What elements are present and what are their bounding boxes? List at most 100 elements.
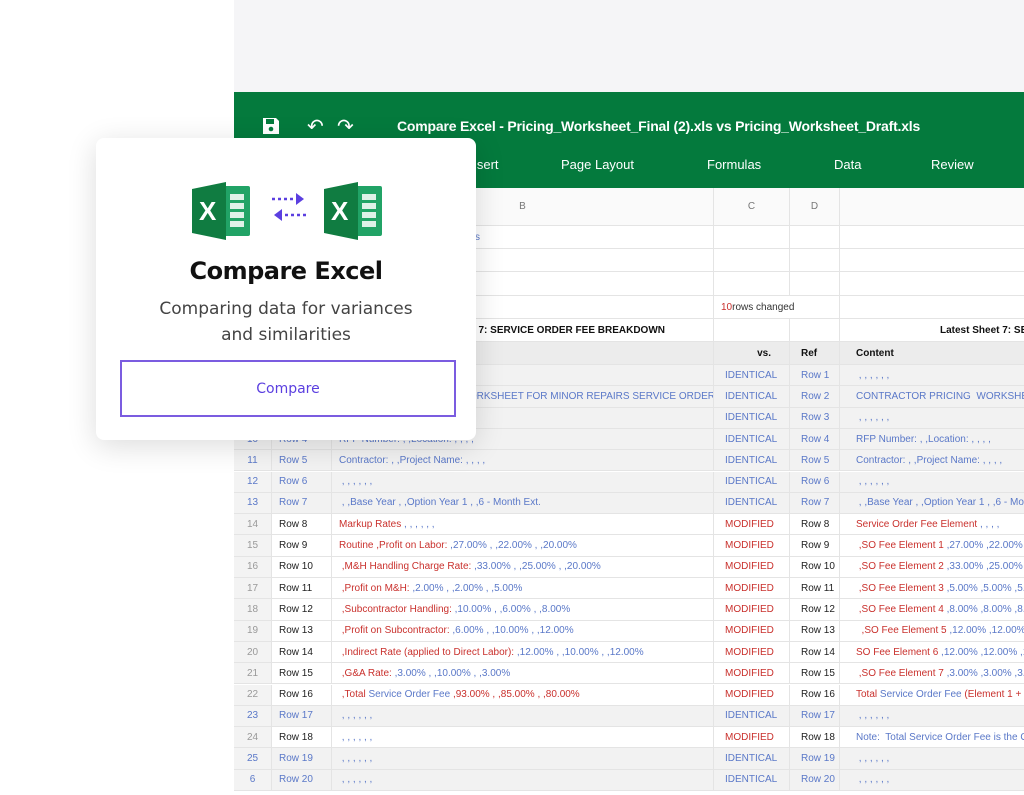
latest-content-cell: ,SO Fee Element 2 ,33.00% ,25.00% ,20.00… [840,557,1024,577]
cell-text: ,M&H Handling Charge Rate: [339,561,472,573]
table-row[interactable]: 16 Row 10 ,M&H Handling Charge Rate: ,33.… [234,556,1024,578]
content-header: Content [856,347,894,359]
tab-formulas[interactable]: Formulas [707,157,761,172]
redo-icon[interactable]: ↷ [337,114,354,139]
cell-text: ,G&A Rate: [339,667,392,679]
cell-text: , , , , , , [856,774,890,786]
cell-text: , ,Base Year , ,Option Year 1 , ,6 - Mon… [858,497,1024,509]
latest-content-cell: ,SO Fee Element 3 ,5.00% ,5.00% ,5.00% [840,578,1024,598]
row-number: 14 [234,514,272,535]
latest-content-cell: Service Order Fee Element , , , , [840,514,1024,534]
cell-text: ,10.00% , ,6.00% , ,8.00% [451,603,571,615]
table-row[interactable]: 15 Row 9 Routine ,Profit on Labor: ,27.00%… [234,535,1024,557]
latest-row-ref: Row 3 [790,407,840,428]
column-c-header[interactable]: C [714,188,790,225]
tab-page-layout[interactable]: Page Layout [561,157,634,172]
latest-row-ref: Row 17 [790,705,840,727]
table-row[interactable]: 14 Row 8 Markup Rates , , , , , , MODIFIED R… [234,514,1024,536]
table-row[interactable]: 19 Row 13 ,Profit on Subcontractor: ,6.00… [234,620,1024,642]
latest-row-ref: Row 16 [790,684,840,705]
table-row[interactable]: 20 Row 14 ,Indirect Rate (applied to Dire… [234,641,1024,664]
table-row[interactable]: 6 Row 20 , , , , , , IDENTICAL Row 20 , , ,… [234,769,1024,791]
svg-text:X: X [331,196,349,226]
latest-row-ref: Row 14 [790,641,840,663]
original-row-ref: Row 9 [272,535,332,556]
original-row-ref: Row 6 [272,471,332,492]
latest-content-cell: , , , , , , [840,770,1024,790]
cell-text: Service Order Fee Element [856,518,978,530]
latest-content-cell: , ,Base Year , ,Option Year 1 , ,6 - Mon… [840,493,1024,513]
tab-review[interactable]: Review [931,157,974,172]
column-d-header[interactable]: D [790,188,840,225]
table-row[interactable]: 18 Row 12 ,Subcontractor Handling: ,10.00… [234,599,1024,621]
status-badge: IDENTICAL [714,428,790,450]
undo-icon[interactable]: ↶ [307,114,324,139]
tab-data[interactable]: Data [834,157,861,172]
cell-text: ,12.00% , ,10.00% , ,12.00% [514,646,644,658]
latest-content-cell: Note: Total Service Order Fee is the ONL… [840,727,1024,747]
cell-text: Note: Total Service Order Fee is the ONL… [856,731,1024,743]
latest-row-ref: Row 13 [790,620,840,641]
table-row[interactable]: 13 Row 7 , ,Base Year , ,Option Year 1 , … [234,492,1024,515]
table-row[interactable]: 21 Row 15 ,G&A Rate: ,3.00% , ,10.00% , ,… [234,663,1024,685]
latest-content-cell: , , , , , , [840,472,1024,492]
row-number: 18 [234,599,272,620]
original-content-cell: ,Indirect Rate (applied to Direct Labor)… [332,641,714,663]
latest-row-ref: Row 5 [790,450,840,471]
table-row[interactable]: 22 Row 16 ,Total Service Order Fee ,93.00… [234,684,1024,706]
table-row[interactable]: 12 Row 6 , , , , , , IDENTICAL Row 6 , , , … [234,471,1024,493]
card-subtitle: Comparing data for variances and similari… [159,299,413,345]
cell-text: ,27.00% ,22.00% ,17.00% [946,540,1023,552]
latest-row-ref: Row 6 [790,471,840,492]
status-badge: MODIFIED [714,727,790,748]
status-badge: IDENTICAL [714,471,790,492]
latest-row-ref: Row 18 [790,727,840,748]
status-badge: IDENTICAL [714,407,790,428]
latest-row-ref: Row 9 [790,535,840,556]
status-badge: MODIFIED [714,599,790,620]
original-row-ref: Row 19 [272,748,332,769]
original-content-cell: ,G&A Rate: ,3.00% , ,10.00% , ,3.00% [332,663,714,684]
cell-text: ,8.00% ,8.00% ,8.00% [946,603,1024,615]
cell-text: SO Fee Element 6 [856,646,939,658]
table-row[interactable]: 25 Row 19 , , , , , , IDENTICAL Row 19 , , … [234,748,1024,770]
ref-header: Ref [790,342,840,364]
cell-text: Routine ,Profit on Labor: [339,540,448,552]
latest-row-ref: Row 11 [790,578,840,599]
table-row[interactable]: 23 Row 17 , , , , , , IDENTICAL Row 17 , , … [234,705,1024,728]
status-badge: MODIFIED [714,535,790,556]
table-row[interactable]: 17 Row 11 ,Profit on M&H: ,2.00% , ,2.00%… [234,578,1024,600]
latest-row-ref: Row 1 [790,365,840,386]
compare-excel-card: X X Compare Excel Comparing data for var… [96,138,476,440]
cell-text: , , , , , , [339,774,373,786]
cell-text: , , , , , , [856,753,890,765]
table-row[interactable]: 24 Row 18 , , , , , , MODIFIED Row 18 Note: … [234,727,1024,749]
latest-content-cell: SO Fee Element 6 ,12.00% ,12.00% ,12.00% [840,642,1024,662]
latest-row-ref: Row 15 [790,663,840,684]
latest-content-cell: ,SO Fee Element 4 ,8.00% ,8.00% ,8.00% [840,599,1024,619]
swap-arrows-icon [272,193,306,221]
cell-text: ,5.00% ,5.00% ,5.00% [946,582,1024,594]
latest-content-cell: Total Service Order Fee (Element 1 + Ele… [840,685,1024,705]
cell-text: , , , , , , [401,518,435,530]
status-badge: MODIFIED [714,578,790,599]
row-number: 16 [234,556,272,577]
cell-text: ,SO Fee Element 5 [856,625,947,637]
compare-button[interactable]: Compare [120,360,456,417]
original-content-cell: ,M&H Handling Charge Rate: ,33.00% , ,25… [332,556,714,577]
cell-text: , , , , , , [856,710,890,722]
original-row-ref: Row 11 [272,578,332,599]
original-row-ref: Row 5 [272,450,332,471]
table-row[interactable]: 11 Row 5 Contractor: , ,Project Name: , , … [234,450,1024,472]
status-badge: IDENTICAL [714,705,790,727]
window-title: Compare Excel - Pricing_Worksheet_Final … [397,118,921,134]
excel-icon-right: X [324,182,382,240]
cell-text: , ,Base Year , ,Option Year 1 , ,6 - Mon… [339,497,541,509]
status-badge: MODIFIED [714,641,790,663]
original-row-ref: Row 8 [272,514,332,535]
original-content-cell: ,Profit on Subcontractor: ,6.00% , ,10.0… [332,620,714,641]
cell-text: Contractor: , ,Project Name: , , , , [339,454,486,466]
row-number: 19 [234,620,272,641]
cell-text: (Element 1 + Element 2 [964,689,1022,701]
latest-content-cell: , , , , , , [840,706,1024,726]
